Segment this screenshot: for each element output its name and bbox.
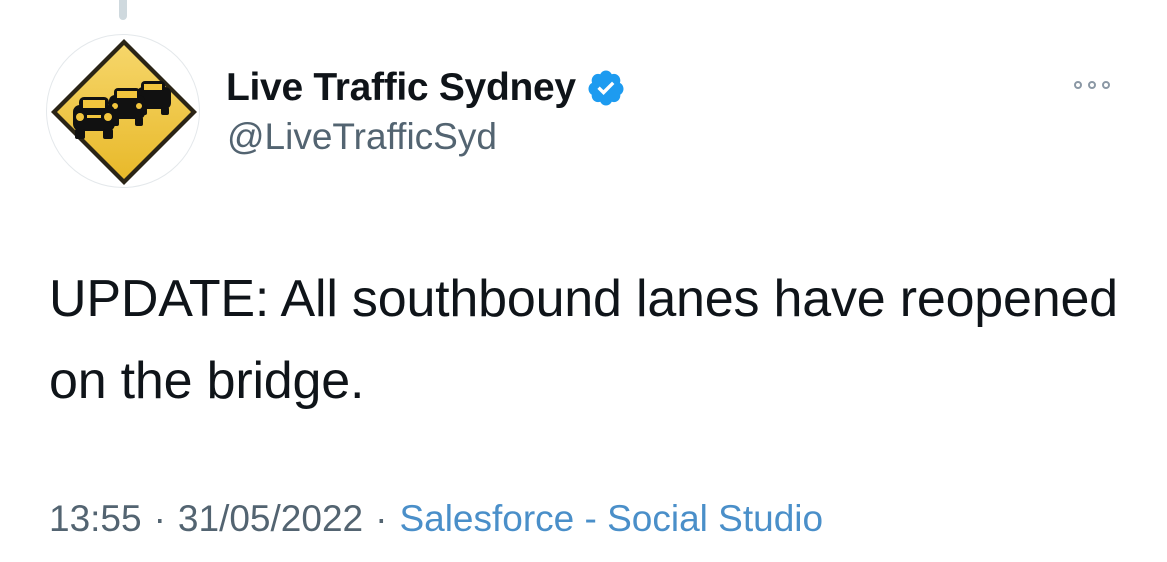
more-dot [1102,81,1110,89]
tweet-text: UPDATE: All southbound lanes have reopen… [49,270,1118,410]
separator: · [153,498,166,539]
verified-badge-icon [588,70,624,106]
tweet-meta: 13:55 · 31/05/2022 · Salesforce - Social… [49,498,823,540]
thread-connector-line [119,0,127,20]
author-handle[interactable]: @LiveTrafficSyd [227,116,497,158]
display-name[interactable]: Live Traffic Sydney [226,66,576,110]
tweet-source-link[interactable]: Salesforce - Social Studio [399,498,823,540]
traffic-warning-sign-icon [51,39,197,185]
tweet: Live Traffic Sydney @LiveTrafficSyd UPDA… [0,0,1167,562]
tweet-date[interactable]: 31/05/2022 [178,498,363,540]
more-options-icon[interactable] [1062,70,1122,100]
tweet-time[interactable]: 13:55 [49,498,142,540]
avatar[interactable] [46,34,200,188]
more-dot [1088,81,1096,89]
separator: · [375,498,388,539]
author-name-row[interactable]: Live Traffic Sydney [226,62,626,114]
more-dot [1074,81,1082,89]
